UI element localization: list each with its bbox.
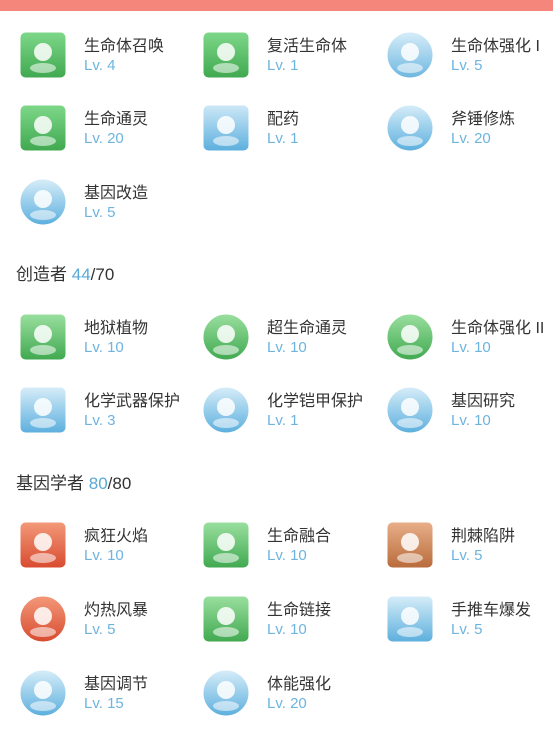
skill-level: Lv. 1 xyxy=(267,57,299,74)
skill-item[interactable]: 基因调节 Lv. 15 xyxy=(18,668,188,724)
thorn-trap-icon xyxy=(385,520,435,570)
skill-level: Lv. 20 xyxy=(267,695,307,712)
skill-item[interactable]: 化学武器保护 Lv. 3 xyxy=(18,385,188,441)
physical-boost-icon xyxy=(201,668,251,718)
skill-item[interactable]: 灼热风暴 Lv. 5 xyxy=(18,594,188,650)
skill-name: 化学武器保护 xyxy=(84,393,181,410)
dna-icon xyxy=(18,177,68,227)
section-title-creator: 创造者 44/70 xyxy=(16,265,115,284)
skill-item[interactable]: 生命体强化 II Lv. 10 xyxy=(385,312,553,368)
armor-protect-icon xyxy=(201,385,251,435)
skill-item[interactable]: 体能强化 Lv. 20 xyxy=(201,668,371,724)
gene-regulate-icon xyxy=(18,668,68,718)
skill-name: 灼热风暴 xyxy=(84,602,149,619)
skill-level: Lv. 1 xyxy=(267,130,299,147)
skill-name: 荆棘陷阱 xyxy=(451,528,516,545)
skill-level: Lv. 10 xyxy=(267,547,307,564)
skill-name: 化学铠甲保护 xyxy=(267,393,364,410)
skill-item[interactable]: 疯狂火焰 Lv. 10 xyxy=(18,520,188,576)
enhance-2-icon xyxy=(385,312,435,362)
skill-level: Lv. 10 xyxy=(451,412,491,429)
skill-name: 生命融合 xyxy=(267,528,332,545)
skill-item[interactable]: 生命通灵 Lv. 20 xyxy=(18,103,188,159)
skill-level: Lv. 15 xyxy=(84,695,124,712)
skill-name: 配药 xyxy=(267,111,300,128)
skill-level: Lv. 1 xyxy=(267,412,299,429)
skill-level: Lv. 5 xyxy=(451,547,483,564)
skill-item[interactable]: 手推车爆发 Lv. 5 xyxy=(385,594,553,650)
skill-level: Lv. 4 xyxy=(84,57,116,74)
skill-name: 基因研究 xyxy=(451,393,516,410)
skill-name: 生命链接 xyxy=(267,602,332,619)
skill-level: Lv. 10 xyxy=(267,339,307,356)
skill-level: Lv. 5 xyxy=(84,204,116,221)
skill-name: 复活生命体 xyxy=(267,38,348,55)
skill-level: Lv. 20 xyxy=(451,130,491,147)
super-spirit-icon xyxy=(201,312,251,362)
summon-icon xyxy=(18,30,68,80)
fire-storm-icon xyxy=(18,594,68,644)
skill-level: Lv. 5 xyxy=(451,57,483,74)
skill-name: 地狱植物 xyxy=(84,320,149,337)
skill-item[interactable]: 复活生命体 Lv. 1 xyxy=(201,30,371,86)
skill-item[interactable]: 荆棘陷阱 Lv. 5 xyxy=(385,520,553,576)
top-accent-bar xyxy=(0,0,553,11)
skill-item[interactable]: 生命体强化 I Lv. 5 xyxy=(385,30,553,86)
hell-plant-icon xyxy=(18,312,68,362)
gene-research-icon xyxy=(385,385,435,435)
skill-name: 体能强化 xyxy=(267,676,332,693)
skill-level: Lv. 10 xyxy=(84,339,124,356)
skill-level: Lv. 5 xyxy=(84,621,116,638)
axe-hammer-icon xyxy=(385,103,435,153)
skill-name: 生命体召唤 xyxy=(84,38,165,55)
skill-level: Lv. 5 xyxy=(451,621,483,638)
skill-name: 生命体强化 I xyxy=(451,38,540,55)
skill-name: 斧锤修炼 xyxy=(451,111,516,128)
skill-name: 超生命通灵 xyxy=(267,320,348,337)
skill-level: Lv. 10 xyxy=(84,547,124,564)
skill-item[interactable]: 生命链接 Lv. 10 xyxy=(201,594,371,650)
section-title-geneticist: 基因学者 80/80 xyxy=(16,474,132,493)
skill-item[interactable]: 地狱植物 Lv. 10 xyxy=(18,312,188,368)
potion-icon xyxy=(201,103,251,153)
skill-item[interactable]: 生命融合 Lv. 10 xyxy=(201,520,371,576)
resurrect-icon xyxy=(201,30,251,80)
skill-name: 生命体强化 II xyxy=(451,320,545,337)
crazy-flame-icon xyxy=(18,520,68,570)
skill-level: Lv. 10 xyxy=(267,621,307,638)
skill-level: Lv. 3 xyxy=(84,412,116,429)
skill-item[interactable]: 基因改造 Lv. 5 xyxy=(18,177,188,233)
skill-name: 基因调节 xyxy=(84,676,149,693)
skill-item[interactable]: 配药 Lv. 1 xyxy=(201,103,371,159)
weapon-protect-icon xyxy=(18,385,68,435)
skill-item[interactable]: 斧锤修炼 Lv. 20 xyxy=(385,103,553,159)
skill-level: Lv. 10 xyxy=(451,339,491,356)
skill-item[interactable]: 基因研究 Lv. 10 xyxy=(385,385,553,441)
skill-name: 疯狂火焰 xyxy=(84,528,149,545)
enhance-icon xyxy=(385,30,435,80)
spirit-icon xyxy=(18,103,68,153)
life-link-icon xyxy=(201,594,251,644)
skill-name: 基因改造 xyxy=(84,185,149,202)
skill-item[interactable]: 超生命通灵 Lv. 10 xyxy=(201,312,371,368)
skill-name: 生命通灵 xyxy=(84,111,149,128)
skill-name: 手推车爆发 xyxy=(451,602,532,619)
skill-level: Lv. 20 xyxy=(84,130,124,147)
skill-item[interactable]: 化学铠甲保护 Lv. 1 xyxy=(201,385,371,441)
life-fusion-icon xyxy=(201,520,251,570)
cart-burst-icon xyxy=(385,594,435,644)
skill-item[interactable]: 生命体召唤 Lv. 4 xyxy=(18,30,188,86)
